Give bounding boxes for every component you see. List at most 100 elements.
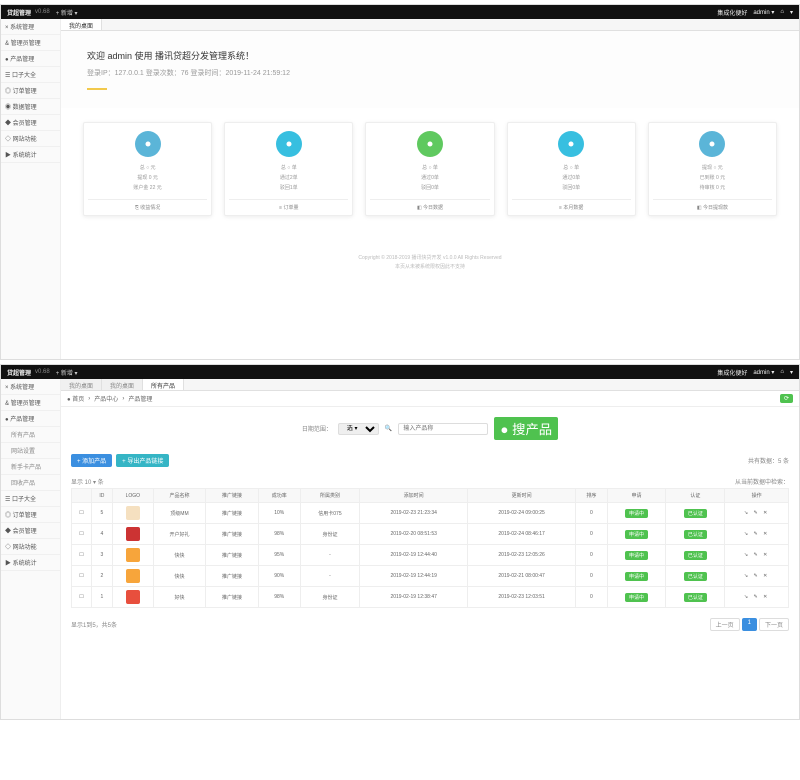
cell-id: 2 xyxy=(91,566,112,587)
sidebar-item[interactable]: ▶ 系统统计 xyxy=(1,555,60,571)
cell-sort: 0 xyxy=(576,566,608,587)
cell-link[interactable]: 推广链接 xyxy=(206,566,259,587)
sidebar-item[interactable]: ◇ 网站功能 xyxy=(1,131,60,147)
tab[interactable]: 我的桌面 xyxy=(61,379,102,390)
card-footer[interactable]: ≡ 订单量 xyxy=(229,199,348,215)
cell-upd: 2019-02-24 09:00:25 xyxy=(468,503,576,524)
col-header[interactable]: 申请 xyxy=(607,489,666,503)
cell-apply[interactable]: 申请中 xyxy=(607,524,666,545)
cell-auth[interactable]: 已认证 xyxy=(666,545,725,566)
col-header[interactable]: 认证 xyxy=(666,489,725,503)
sidebar-item[interactable]: ◉ 数据管理 xyxy=(1,99,60,115)
card-footer[interactable]: ≡ 本月数据 xyxy=(512,199,631,215)
sidebar-item[interactable]: 所有产品 xyxy=(1,427,60,443)
cell-ops[interactable]: ↘ ✎ ✕ xyxy=(725,566,789,587)
cell-ops[interactable]: ↘ ✎ ✕ xyxy=(725,545,789,566)
col-header[interactable]: 成功率 xyxy=(258,489,300,503)
sidebar-item[interactable]: ◎ 订单管理 xyxy=(1,83,60,99)
add-product-button[interactable]: + 添加产品 xyxy=(71,454,112,467)
sidebar-item[interactable]: ● 产品管理 xyxy=(1,51,60,67)
sidebar-item[interactable]: ☰ 口子大全 xyxy=(1,67,60,83)
filter-select[interactable]: 选 ▾ xyxy=(338,423,379,435)
col-header[interactable]: 所属类别 xyxy=(300,489,359,503)
sidebar-item[interactable]: & 管理员管理 xyxy=(1,35,60,51)
card-footer[interactable]: ⎘ 收益情况 xyxy=(88,199,207,215)
tab[interactable]: 我的桌面 xyxy=(102,379,143,390)
cell-auth[interactable]: 已认证 xyxy=(666,503,725,524)
product-table: IDLOGO产品名称推广链接成功率所属类别添加时间更新时间排序申请认证操作 ☐5… xyxy=(71,488,789,608)
sidebar-item[interactable]: 网站设置 xyxy=(1,443,60,459)
cell-apply[interactable]: 申请中 xyxy=(607,587,666,608)
next-page[interactable]: 下一页 xyxy=(759,618,789,631)
cell-ops[interactable]: ↘ ✎ ✕ xyxy=(725,587,789,608)
logout-icon[interactable]: ▾ xyxy=(790,369,793,376)
col-header[interactable]: 添加时间 xyxy=(360,489,468,503)
col-header[interactable]: 推广链接 xyxy=(206,489,259,503)
cell-apply[interactable]: 申请中 xyxy=(607,545,666,566)
row-check[interactable]: ☐ xyxy=(72,524,92,545)
sidebar-item[interactable]: ● 产品管理 xyxy=(1,411,60,427)
cell-apply[interactable]: 申请中 xyxy=(607,566,666,587)
col-header[interactable] xyxy=(72,489,92,503)
home-icon[interactable]: ⌂ xyxy=(780,9,784,15)
sidebar-item[interactable]: ◇ 网站功能 xyxy=(1,539,60,555)
col-header[interactable]: 排序 xyxy=(576,489,608,503)
add-menu[interactable]: + 新增 ▾ xyxy=(56,368,78,377)
cell-ops[interactable]: ↘ ✎ ✕ xyxy=(725,503,789,524)
breadcrumb-a[interactable]: 产品中心 xyxy=(94,394,118,403)
sidebar-item[interactable]: 回收产品 xyxy=(1,475,60,491)
home-icon[interactable]: ⌂ xyxy=(780,369,784,375)
cell-cat: - xyxy=(300,566,359,587)
search-button[interactable]: ● 搜产品 xyxy=(494,417,558,440)
sidebar-item[interactable]: ◆ 会员管理 xyxy=(1,523,60,539)
sidebar-item[interactable]: ☰ 口子大全 xyxy=(1,491,60,507)
cell-auth[interactable]: 已认证 xyxy=(666,587,725,608)
cell-link[interactable]: 推广链接 xyxy=(206,545,259,566)
logout-icon[interactable]: ▾ xyxy=(790,9,793,16)
sidebar-item[interactable]: & 管理员管理 xyxy=(1,395,60,411)
card-footer[interactable]: ◧ 今日提现款 xyxy=(653,199,772,215)
page-1[interactable]: 1 xyxy=(742,618,757,631)
card-footer[interactable]: ◧ 今日数据 xyxy=(370,199,489,215)
cell-logo xyxy=(112,587,153,608)
cell-link[interactable]: 推广链接 xyxy=(206,587,259,608)
row-check[interactable]: ☐ xyxy=(72,587,92,608)
prev-page[interactable]: 上一页 xyxy=(710,618,740,631)
sidebar-item[interactable]: ◎ 订单管理 xyxy=(1,507,60,523)
search-input[interactable] xyxy=(398,423,488,435)
col-header[interactable]: 更新时间 xyxy=(468,489,576,503)
sidebar-item[interactable]: 新手卡产品 xyxy=(1,459,60,475)
page-size[interactable]: 显示 10 ▾ 条 xyxy=(71,477,104,486)
user-menu[interactable]: admin ▾ xyxy=(753,9,774,16)
row-check[interactable]: ☐ xyxy=(72,566,92,587)
refresh-button[interactable]: ⟳ xyxy=(780,394,793,403)
cell-link[interactable]: 推广链接 xyxy=(206,524,259,545)
sidebar-item[interactable]: ◆ 会员管理 xyxy=(1,115,60,131)
sidebar-item[interactable]: × 系统管理 xyxy=(1,379,60,395)
cell-auth[interactable]: 已认证 xyxy=(666,566,725,587)
cell-apply[interactable]: 申请中 xyxy=(607,503,666,524)
tab[interactable]: 我的桌面 xyxy=(61,19,102,30)
cell-rate: 98% xyxy=(258,587,300,608)
cell-logo xyxy=(112,524,153,545)
col-header[interactable]: LOGO xyxy=(112,489,153,503)
col-header[interactable]: 操作 xyxy=(725,489,789,503)
cell-link[interactable]: 推广链接 xyxy=(206,503,259,524)
user-menu[interactable]: admin ▾ xyxy=(753,369,774,376)
sidebar-item[interactable]: ▶ 系统统计 xyxy=(1,147,60,163)
card-line: 总 ○ 元 xyxy=(88,163,207,173)
cell-auth[interactable]: 已认证 xyxy=(666,524,725,545)
row-check[interactable]: ☐ xyxy=(72,503,92,524)
cell-ops[interactable]: ↘ ✎ ✕ xyxy=(725,524,789,545)
table-row: ☐5顶级MM推广链接10%信用卡0752019-02-23 21:23:3420… xyxy=(72,503,789,524)
cell-rate: 98% xyxy=(258,524,300,545)
table-row: ☐3快快推广链接95%-2019-02-19 12:44:402019-02-2… xyxy=(72,545,789,566)
sidebar-item[interactable]: × 系统管理 xyxy=(1,19,60,35)
col-header[interactable]: ID xyxy=(91,489,112,503)
breadcrumb-home[interactable]: ● 首页 xyxy=(67,394,84,403)
add-menu[interactable]: + 新增 ▾ xyxy=(56,8,78,17)
tab[interactable]: 所有产品 xyxy=(143,379,184,390)
export-links-button[interactable]: + 导出产品链接 xyxy=(116,454,169,467)
row-check[interactable]: ☐ xyxy=(72,545,92,566)
col-header[interactable]: 产品名称 xyxy=(153,489,206,503)
